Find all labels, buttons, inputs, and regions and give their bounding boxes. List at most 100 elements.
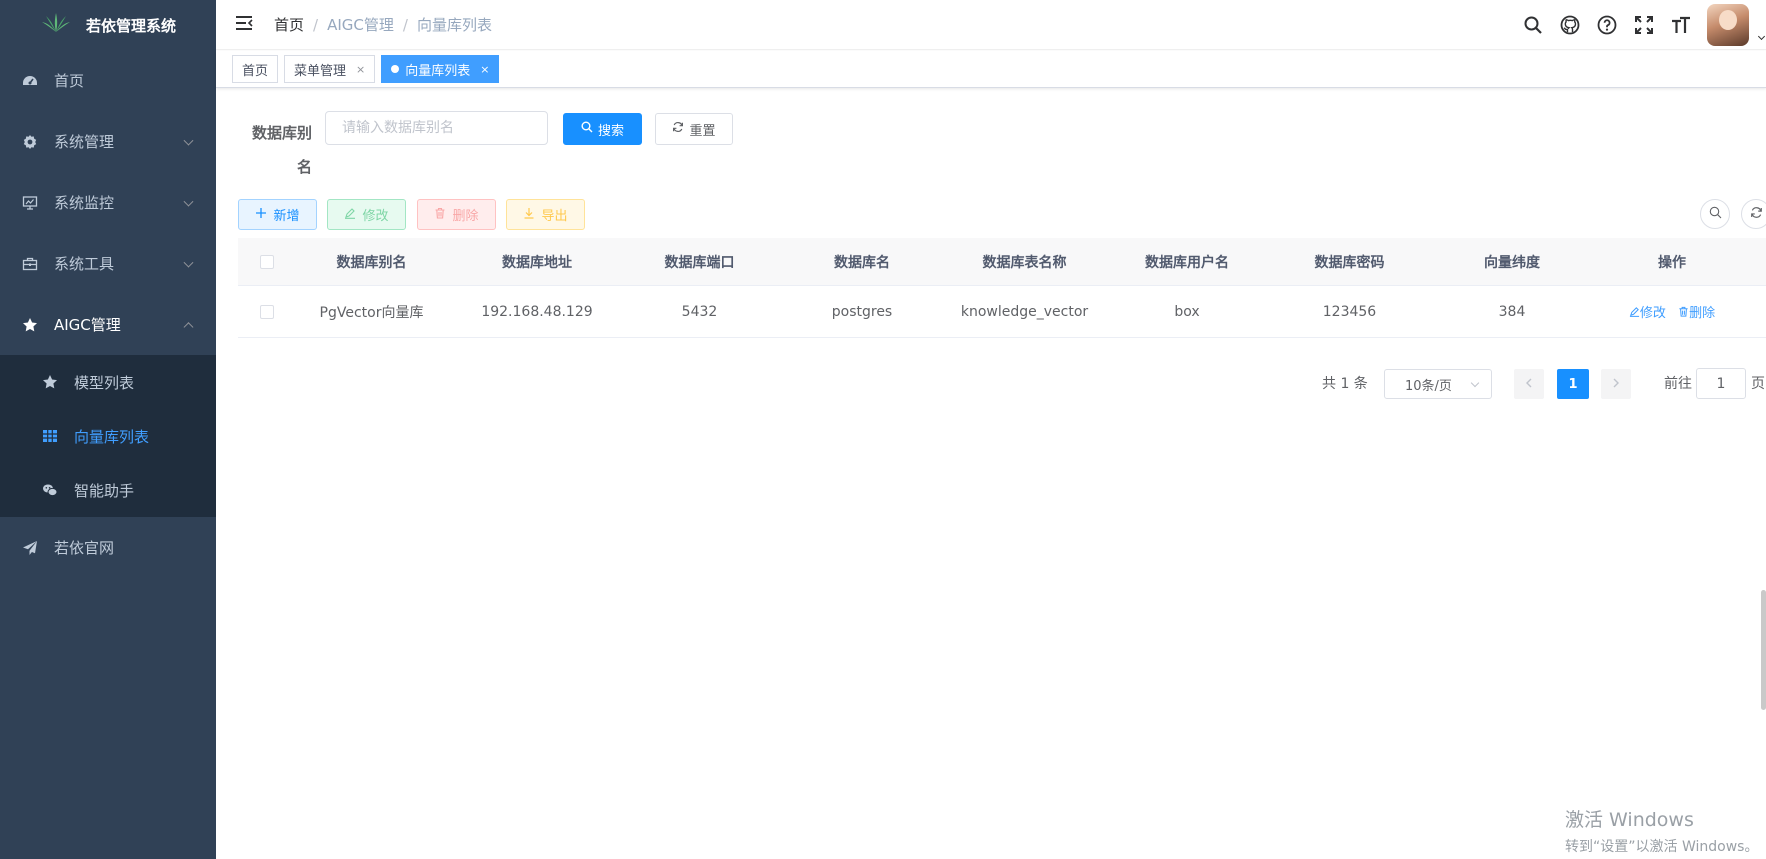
refresh-icon [672, 121, 684, 137]
sidebar-item-label: 系统监控 [54, 194, 115, 212]
row-edit-link[interactable]: 修改 [1629, 306, 1670, 321]
sidebar-item-label: 模型列表 [74, 373, 135, 392]
search-button[interactable]: 搜索 [563, 113, 642, 145]
row-delete-link[interactable]: 删除 [1678, 306, 1715, 321]
tab-label: 首页 [242, 63, 269, 79]
download-icon [523, 207, 535, 223]
breadcrumb-home[interactable]: 首页 [274, 14, 304, 35]
sidebar-item-aigc[interactable]: AIGC管理 [0, 294, 216, 355]
sidebar-item-tools[interactable]: 系统工具 [0, 233, 216, 294]
toggle-search-button[interactable] [1700, 199, 1730, 229]
active-dot-icon [391, 65, 400, 73]
sidebar-logo[interactable]: 若依管理系统 [0, 0, 216, 50]
scrollbar-thumb[interactable] [1761, 590, 1766, 710]
chevron-down-icon [1470, 378, 1480, 388]
header-actions: 操作 [1658, 254, 1686, 271]
question-circle-icon[interactable] [1596, 14, 1618, 36]
caret-down-icon[interactable] [1757, 32, 1766, 40]
reset-button[interactable]: 重置 [655, 113, 733, 145]
cell-table-name: knowledge_vector [960, 303, 1089, 320]
dashboard-icon [22, 73, 38, 89]
edit-button-label: 修改 [362, 209, 389, 224]
goto-page-input[interactable] [1696, 368, 1746, 399]
export-button[interactable]: 导出 [506, 199, 585, 230]
row-checkbox[interactable] [260, 304, 274, 319]
sidebar-item-vector-list[interactable]: 向量库列表 [0, 409, 216, 463]
cell-host: 192.168.48.129 [481, 303, 593, 320]
sidebar-item-monitor[interactable]: 系统监控 [0, 172, 216, 233]
app-title: 若依管理系统 [85, 16, 176, 35]
export-button-label: 导出 [541, 209, 568, 224]
plus-icon [255, 207, 267, 223]
db-alias-input[interactable] [325, 111, 548, 145]
cell-alias: PgVector向量库 [319, 304, 424, 321]
tab-menu-management[interactable]: 菜单管理 × [284, 55, 376, 83]
windows-activation-watermark: 激活 Windows 转到“设置”以激活 Windows。 [1565, 805, 1758, 856]
row-edit-label: 修改 [1639, 306, 1666, 321]
chevron-down-icon [183, 135, 194, 146]
table-header-row: 数据库别名 数据库地址 数据库端口 数据库名 数据库表名称 数据库用户名 数据库… [238, 238, 1766, 286]
sidebar-item-system[interactable]: 系统管理 [0, 111, 216, 172]
refresh-icon [1750, 206, 1763, 223]
edit-button[interactable]: 修改 [327, 199, 406, 230]
header-username: 数据库用户名 [1145, 254, 1229, 271]
next-page-button[interactable] [1601, 369, 1631, 399]
header-port: 数据库端口 [664, 254, 735, 271]
prev-page-button[interactable] [1514, 369, 1544, 399]
ruoyi-logo-icon [40, 12, 72, 38]
close-icon[interactable]: × [356, 63, 365, 76]
star-icon [22, 317, 38, 333]
search-icon [581, 121, 593, 137]
page-size-select[interactable]: 10条/页 [1384, 369, 1492, 399]
search-icon[interactable] [1522, 14, 1544, 36]
breadcrumb-separator: / [313, 15, 319, 34]
breadcrumb: 首页 / AIGC管理 / 向量库列表 [274, 14, 492, 35]
sidebar-item-model-list[interactable]: 模型列表 [0, 355, 216, 409]
sidebar-item-assistant[interactable]: 智能助手 [0, 463, 216, 517]
sidebar-item-label: AIGC管理 [54, 316, 121, 334]
chevron-down-icon [183, 196, 194, 207]
wechat-icon [42, 482, 58, 498]
row-select-cell [238, 304, 296, 319]
select-all-checkbox[interactable] [260, 254, 274, 269]
github-icon[interactable] [1559, 14, 1581, 36]
page-number-current[interactable]: 1 [1557, 369, 1589, 399]
navbar-right-menu [1522, 0, 1766, 50]
tags-view: 首页 菜单管理 × 向量库列表 × [216, 51, 1766, 88]
fullscreen-icon[interactable] [1633, 14, 1655, 36]
header-db-name: 数据库名 [834, 254, 890, 271]
db-alias-label-line1: 数据库别 [251, 124, 312, 142]
sidebar-item-label: 向量库列表 [74, 427, 150, 446]
cell-db-name: postgres [831, 303, 893, 320]
tab-vector-list[interactable]: 向量库列表 × [381, 55, 500, 83]
sidebar-item-label: 若依官网 [54, 539, 115, 557]
chevron-down-icon [183, 257, 194, 268]
star-icon [42, 374, 58, 390]
breadcrumb-aigc: AIGC管理 [327, 16, 394, 34]
trash-icon [434, 207, 446, 223]
close-icon[interactable]: × [480, 63, 489, 76]
navbar: 首页 / AIGC管理 / 向量库列表 [216, 0, 1766, 50]
sidebar-item-home[interactable]: 首页 [0, 50, 216, 111]
sidebar-item-label: 系统管理 [54, 133, 115, 151]
tab-home[interactable]: 首页 [232, 55, 279, 83]
delete-button-label: 删除 [452, 209, 479, 224]
sidebar-item-ruoyi-site[interactable]: 若依官网 [0, 517, 216, 578]
avatar[interactable] [1707, 4, 1749, 46]
font-size-icon[interactable] [1670, 14, 1692, 36]
watermark-subtitle: 转到“设置”以激活 Windows。 [1565, 839, 1759, 855]
hamburger-icon[interactable] [234, 14, 254, 36]
breadcrumb-separator: / [402, 15, 408, 34]
toolbox-icon [22, 256, 38, 272]
trash-icon [1678, 306, 1689, 321]
header-alias: 数据库别名 [336, 254, 407, 271]
delete-button[interactable]: 删除 [417, 199, 496, 230]
add-button[interactable]: 新增 [238, 199, 317, 230]
paper-plane-icon [22, 540, 38, 556]
cell-actions: 修改 删除 [1602, 302, 1742, 321]
refresh-table-button[interactable] [1741, 199, 1766, 229]
gear-icon [22, 134, 38, 150]
monitor-icon [22, 195, 38, 211]
chevron-up-icon [183, 321, 194, 332]
header-host: 数据库地址 [502, 254, 572, 271]
